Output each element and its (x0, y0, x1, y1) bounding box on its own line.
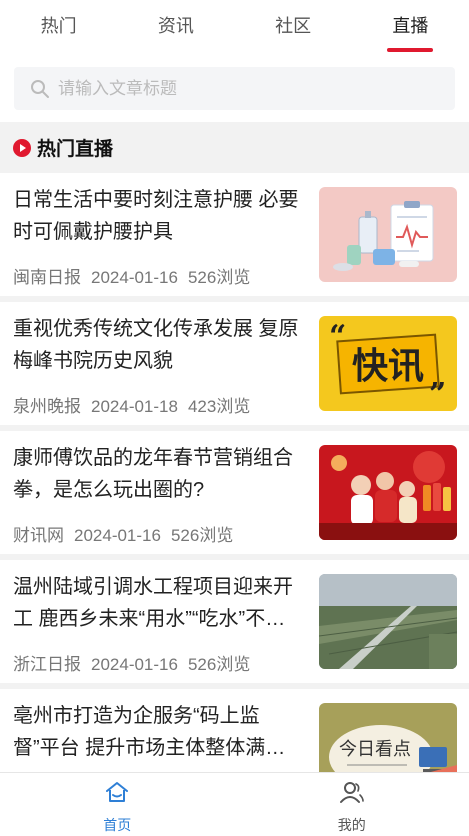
play-icon (13, 138, 31, 157)
article-source: 浙江日报 (13, 655, 81, 674)
tab-live[interactable]: 直播 (352, 0, 469, 54)
article-date: 2024-01-18 (91, 397, 178, 416)
article-title: 亳州市打造为企服务“码上监督”平台 提升市场主体整体满意度 (13, 705, 286, 759)
thumbnail-text: 今日看点 (339, 739, 411, 760)
bottom-nav: 首页 我的 (0, 772, 469, 836)
section-title: 热门直播 (37, 139, 114, 160)
tab-label: 资讯 (157, 16, 194, 36)
article-meta: 浙江日报 2024-01-16 526浏览 (13, 650, 260, 675)
article-meta: 闽南日报 2024-01-16 526浏览 (13, 263, 260, 288)
article-source: 财讯网 (13, 526, 64, 545)
article-source: 泉州晚报 (13, 397, 81, 416)
article-source: 闽南日报 (13, 268, 81, 287)
article-meta: 财讯网 2024-01-16 526浏览 (13, 521, 243, 546)
article-thumbnail (319, 187, 457, 282)
tab-label: 热门 (40, 16, 77, 36)
article-thumbnail (319, 574, 457, 669)
search-box[interactable] (14, 67, 455, 110)
article-title: 重视优秀传统文化传承发展 复原梅峰书院历史风貌 (13, 318, 299, 372)
tab-hot[interactable]: 热门 (0, 0, 117, 54)
article-title: 日常生活中要时刻注意护腰 必要时可佩戴护腰护具 (13, 189, 299, 243)
svg-text:“: “ (329, 319, 346, 354)
user-icon (339, 782, 364, 803)
article-date: 2024-01-16 (74, 526, 161, 545)
article-list: 日常生活中要时刻注意护腰 必要时可佩戴护腰护具 闽南日报 2024-01-16 52… (0, 173, 469, 818)
article-date: 2024-01-16 (91, 655, 178, 674)
article-views: 526浏览 (170, 526, 234, 545)
article-item[interactable]: 日常生活中要时刻注意护腰 必要时可佩戴护腰护具 闽南日报 2024-01-16 52… (0, 173, 469, 296)
active-tab-indicator (387, 48, 434, 52)
top-tabs: 热门 资讯 社区 直播 (0, 0, 469, 54)
nav-label: 我的 (337, 817, 366, 833)
article-views: 423浏览 (187, 397, 251, 416)
section-header: 热门直播 (0, 122, 469, 173)
article-title: 康师傅饮品的龙年春节营销组合拳，是怎么玩出圈的? (13, 447, 293, 501)
home-icon (106, 782, 129, 802)
article-views: 526浏览 (187, 268, 251, 287)
article-meta: 泉州晚报 2024-01-18 423浏览 (13, 392, 260, 417)
article-item[interactable]: 康师傅饮品的龙年春节营销组合拳，是怎么玩出圈的? 财讯网 2024-01-16 52… (0, 431, 469, 554)
tab-community[interactable]: 社区 (235, 0, 352, 54)
nav-home[interactable]: 首页 (0, 773, 235, 836)
tab-label: 社区 (275, 16, 312, 36)
article-thumbnail: “ ” 快讯 (319, 316, 457, 411)
article-item[interactable]: 重视优秀传统文化传承发展 复原梅峰书院历史风貌 泉州晚报 2024-01-18 42… (0, 302, 469, 425)
search-icon (31, 79, 49, 98)
tab-label: 直播 (392, 16, 429, 36)
article-thumbnail (319, 445, 457, 540)
article-views: 526浏览 (187, 655, 251, 674)
nav-label: 首页 (103, 817, 132, 833)
search-input[interactable] (58, 78, 418, 99)
nav-profile[interactable]: 我的 (235, 773, 469, 836)
thumbnail-text: 快讯 (352, 346, 424, 387)
article-title: 温州陆域引调水工程项目迎来开工 鹿西乡未来“用水”“吃水”不用愁 (13, 576, 293, 630)
tab-news[interactable]: 资讯 (117, 0, 234, 54)
search-area (0, 54, 469, 122)
article-date: 2024-01-16 (91, 268, 178, 287)
article-item[interactable]: 温州陆域引调水工程项目迎来开工 鹿西乡未来“用水”“吃水”不用愁 浙江日报 202… (0, 560, 469, 683)
svg-text:”: ” (429, 377, 446, 411)
